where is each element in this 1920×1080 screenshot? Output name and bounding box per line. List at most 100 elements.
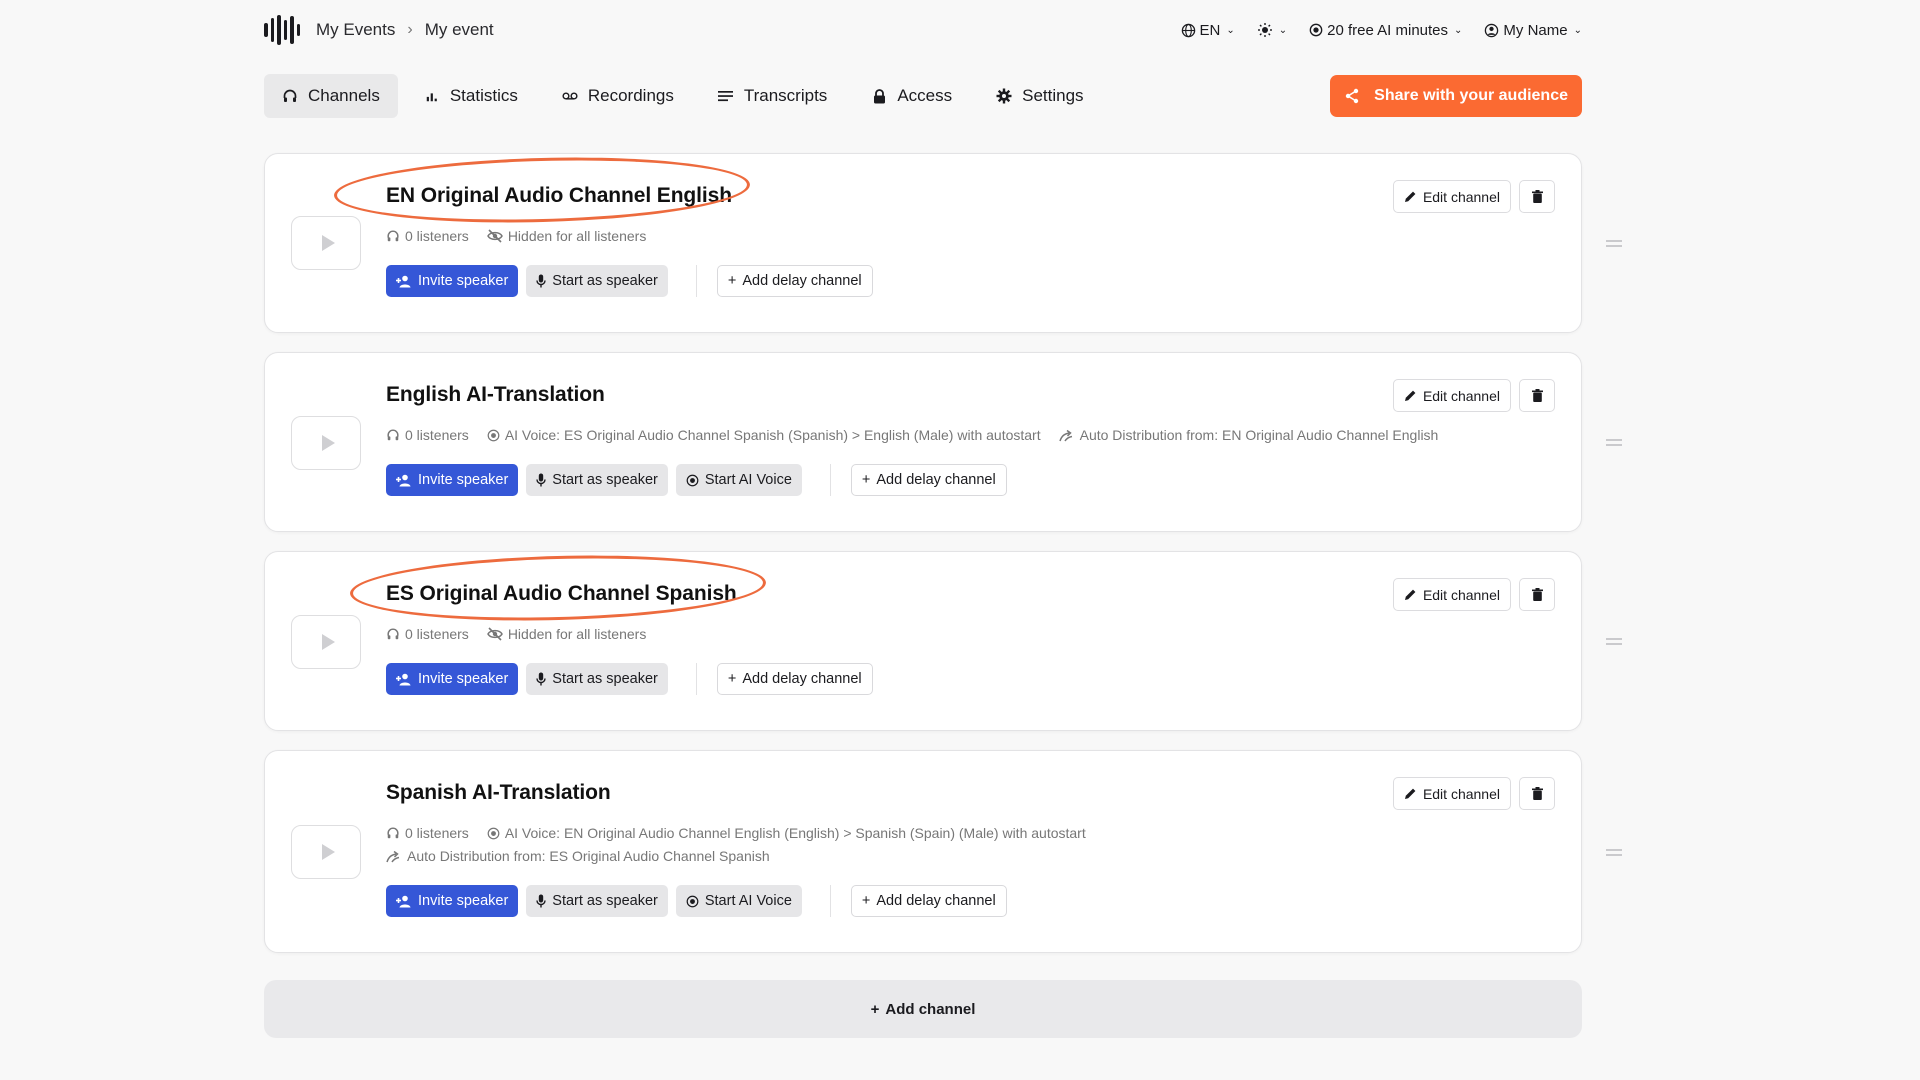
ai-minutes-selector[interactable]: 20 free AI minutes ⌄ bbox=[1309, 22, 1462, 39]
tab-access[interactable]: Access bbox=[853, 74, 970, 118]
trash-icon bbox=[1531, 389, 1543, 402]
invite-speaker-button[interactable]: Invite speaker bbox=[386, 464, 519, 496]
play-button[interactable] bbox=[291, 825, 361, 879]
start-as-speaker-button[interactable]: Start as speaker bbox=[526, 265, 668, 297]
start-as-speaker-label: Start as speaker bbox=[552, 893, 658, 909]
channel-title: EN Original Audio Channel English bbox=[386, 184, 732, 207]
invite-speaker-button[interactable]: Invite speaker bbox=[386, 265, 519, 297]
edit-channel-button[interactable]: Edit channel bbox=[1392, 180, 1511, 213]
drag-handle-icon[interactable] bbox=[1606, 849, 1622, 859]
start-ai-voice-button[interactable]: Start AI Voice bbox=[675, 464, 802, 496]
tab-channels[interactable]: Channels bbox=[264, 74, 398, 118]
lock-icon bbox=[871, 88, 887, 104]
delete-channel-button[interactable] bbox=[1519, 777, 1555, 810]
add-channel-button[interactable]: + Add channel bbox=[264, 980, 1582, 1038]
play-button[interactable] bbox=[291, 615, 361, 669]
plus-icon: + bbox=[727, 273, 737, 289]
tab-label: Transcripts bbox=[743, 86, 828, 105]
start-as-speaker-button[interactable]: Start as speaker bbox=[526, 885, 668, 917]
play-icon bbox=[321, 235, 335, 251]
listeners-label: 0 listeners bbox=[405, 825, 469, 841]
eye-slash-icon bbox=[486, 627, 503, 641]
trash-icon bbox=[1531, 190, 1543, 203]
invite-speaker-button[interactable]: Invite speaker bbox=[386, 885, 519, 917]
invite-speaker-label: Invite speaker bbox=[418, 893, 509, 909]
visibility-label: Hidden for all listeners bbox=[507, 228, 647, 244]
language-selector[interactable]: EN ⌄ bbox=[1181, 22, 1235, 39]
add-user-icon bbox=[396, 275, 412, 288]
edit-channel-button[interactable]: Edit channel bbox=[1392, 379, 1511, 412]
language-label: EN bbox=[1199, 21, 1221, 39]
card-controls: Edit channel bbox=[1392, 379, 1555, 412]
trash-icon bbox=[1531, 787, 1543, 800]
add-user-icon bbox=[396, 673, 412, 686]
breadcrumb-current: My event bbox=[424, 20, 494, 39]
breadcrumb-separator: › bbox=[407, 21, 413, 38]
top-bar: My Events › My event EN ⌄ ⌄ 20 free AI m… bbox=[264, 12, 1582, 48]
add-delay-channel-button[interactable]: + Add delay channel bbox=[716, 265, 873, 297]
delete-channel-button[interactable] bbox=[1519, 180, 1555, 213]
logo-icon[interactable] bbox=[264, 13, 300, 47]
delete-channel-button[interactable] bbox=[1519, 379, 1555, 412]
theme-selector[interactable]: ⌄ bbox=[1257, 22, 1287, 38]
delete-channel-button[interactable] bbox=[1519, 578, 1555, 611]
plus-icon: + bbox=[861, 472, 871, 488]
distribution-arrow-icon bbox=[386, 850, 402, 863]
channel-meta: 0 listeners AI Voice: ES Original Audio … bbox=[386, 427, 1438, 443]
ai-voice-info: AI Voice: ES Original Audio Channel Span… bbox=[487, 427, 1041, 443]
card-controls: Edit channel bbox=[1392, 578, 1555, 611]
add-delay-channel-button[interactable]: + Add delay channel bbox=[850, 464, 1007, 496]
add-delay-channel-button[interactable]: + Add delay channel bbox=[850, 885, 1007, 917]
user-menu[interactable]: My Name ⌄ bbox=[1484, 22, 1582, 39]
add-delay-channel-button[interactable]: + Add delay channel bbox=[716, 663, 873, 695]
microphone-icon bbox=[536, 473, 546, 487]
divider bbox=[695, 663, 697, 695]
invite-speaker-label: Invite speaker bbox=[418, 671, 509, 687]
chevron-down-icon: ⌄ bbox=[1573, 24, 1582, 36]
play-button[interactable] bbox=[291, 216, 361, 270]
headphones-icon bbox=[282, 88, 298, 104]
breadcrumb-my-events[interactable]: My Events bbox=[316, 20, 395, 40]
auto-distribution-label: Auto Distribution from: ES Original Audi… bbox=[407, 848, 770, 864]
divider bbox=[829, 464, 831, 496]
tab-recordings[interactable]: Recordings bbox=[544, 74, 692, 118]
start-as-speaker-button[interactable]: Start as speaker bbox=[526, 464, 668, 496]
start-ai-voice-label: Start AI Voice bbox=[704, 472, 792, 488]
edit-channel-button[interactable]: Edit channel bbox=[1392, 777, 1511, 810]
headphones-icon bbox=[386, 428, 400, 442]
edit-channel-button[interactable]: Edit channel bbox=[1392, 578, 1511, 611]
play-button[interactable] bbox=[291, 416, 361, 470]
trash-icon bbox=[1531, 588, 1543, 601]
card-controls: Edit channel bbox=[1392, 180, 1555, 213]
listeners-count: 0 listeners bbox=[386, 228, 469, 244]
start-ai-voice-button[interactable]: Start AI Voice bbox=[675, 885, 802, 917]
plus-icon: + bbox=[861, 893, 871, 909]
add-delay-channel-label: Add delay channel bbox=[742, 273, 862, 289]
tab-transcripts[interactable]: Transcripts bbox=[700, 74, 845, 118]
pencil-icon bbox=[1404, 190, 1417, 203]
listeners-label: 0 listeners bbox=[405, 427, 469, 443]
ai-voice-info: AI Voice: EN Original Audio Channel Engl… bbox=[487, 825, 1086, 841]
visibility-status: Hidden for all listeners bbox=[486, 228, 647, 244]
share-with-audience-button[interactable]: Share with your audience bbox=[1330, 75, 1582, 117]
visibility-status: Hidden for all listeners bbox=[486, 626, 646, 642]
channel-card: Spanish AI-Translation 0 listeners AI Vo… bbox=[264, 750, 1582, 953]
ai-chip-icon bbox=[487, 429, 500, 442]
lines-icon bbox=[718, 88, 734, 104]
drag-handle-icon[interactable] bbox=[1606, 638, 1622, 648]
listeners-label: 0 listeners bbox=[405, 228, 469, 244]
start-as-speaker-button[interactable]: Start as speaker bbox=[526, 663, 668, 695]
plus-icon: + bbox=[870, 1000, 880, 1018]
invite-speaker-button[interactable]: Invite speaker bbox=[386, 663, 519, 695]
drag-handle-icon[interactable] bbox=[1606, 240, 1622, 250]
user-icon bbox=[1484, 23, 1499, 38]
edit-channel-label: Edit channel bbox=[1422, 387, 1500, 404]
start-as-speaker-label: Start as speaker bbox=[552, 472, 658, 488]
headphones-icon bbox=[386, 229, 400, 243]
tab-settings[interactable]: Settings bbox=[978, 74, 1101, 118]
start-ai-voice-label: Start AI Voice bbox=[704, 893, 792, 909]
tab-statistics[interactable]: Statistics bbox=[406, 74, 536, 118]
drag-handle-icon[interactable] bbox=[1606, 439, 1622, 449]
gear-icon bbox=[996, 88, 1012, 104]
add-user-icon bbox=[396, 474, 412, 487]
